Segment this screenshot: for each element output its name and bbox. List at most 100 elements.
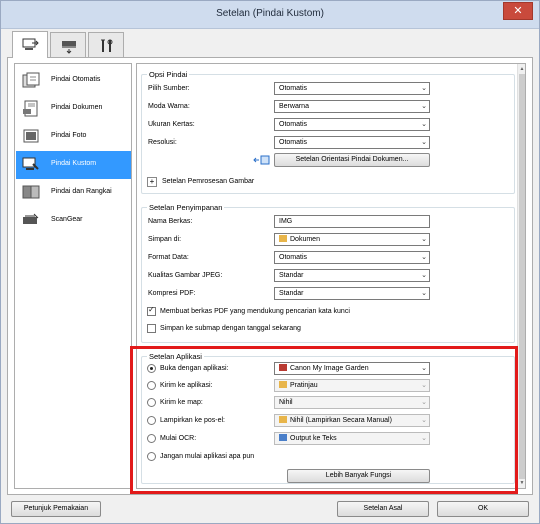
save-in-select[interactable]: Dokumen ⌄ bbox=[274, 233, 430, 246]
sidebar-item-label: Pindai Foto bbox=[51, 132, 87, 139]
chevron-down-icon: ⌄ bbox=[421, 290, 427, 297]
chevron-down-icon: ⌄ bbox=[421, 85, 427, 92]
photo-scan-icon bbox=[22, 128, 40, 145]
send-to-app-value: Pratinjau bbox=[290, 382, 318, 389]
send-to-folder-label: Kirim ke map: bbox=[160, 399, 203, 406]
chevron-down-icon: ⌄ bbox=[421, 121, 427, 128]
send-to-app-select[interactable]: Pratinjau ⌄ bbox=[274, 379, 430, 392]
pdf-compression-value: Standar bbox=[279, 290, 304, 297]
sidebar-item-scangear[interactable]: ScanGear bbox=[16, 207, 131, 235]
orientation-icon bbox=[253, 154, 271, 168]
chevron-down-icon: ⌄ bbox=[421, 236, 427, 243]
jpeg-quality-label: Kualitas Gambar JPEG: bbox=[148, 272, 223, 279]
no-app-radio[interactable] bbox=[147, 452, 156, 461]
save-settings-title: Setelan Penyimpanan bbox=[147, 203, 225, 212]
open-with-select[interactable]: Canon My Image Garden ⌄ bbox=[274, 362, 430, 375]
start-ocr-value: Output ke Teks bbox=[290, 435, 337, 442]
send-to-folder-select[interactable]: Nihil ⌄ bbox=[274, 396, 430, 409]
start-ocr-radio[interactable] bbox=[147, 434, 156, 443]
tab-general-settings[interactable] bbox=[88, 32, 124, 57]
scanner-panel-icon bbox=[62, 41, 76, 54]
resolution-label: Resolusi: bbox=[148, 139, 177, 146]
open-with-label: Buka dengan aplikasi: bbox=[160, 365, 229, 372]
paper-size-label: Ukuran Kertas: bbox=[148, 121, 195, 128]
searchable-pdf-checkbox[interactable] bbox=[147, 305, 156, 316]
preview-icon bbox=[279, 381, 287, 388]
scroll-up-icon[interactable]: ▲ bbox=[519, 66, 525, 72]
scrollbar-thumb[interactable] bbox=[519, 74, 525, 479]
attach-email-value: Nihil (Lampirkan Secara Manual) bbox=[290, 417, 392, 424]
sidebar-item-stitch-scan[interactable]: Pindai dan Rangkai bbox=[16, 179, 131, 207]
help-button[interactable]: Petunjuk Pemakaian bbox=[11, 501, 101, 517]
sidebar-item-custom-scan[interactable]: Pindai Kustom bbox=[16, 151, 131, 179]
more-functions-button[interactable]: Lebih Banyak Fungsi bbox=[287, 469, 430, 483]
color-mode-value: Berwarna bbox=[279, 103, 309, 110]
scangear-icon bbox=[22, 212, 40, 229]
sidebar-item-label: Pindai Otomatis bbox=[51, 76, 101, 83]
paper-size-value: Otomatis bbox=[279, 121, 308, 128]
tools-icon bbox=[101, 39, 113, 52]
settings-window: Setelan (Pindai Kustom) ✕ Pindai Otomati… bbox=[0, 0, 540, 524]
attach-email-radio[interactable] bbox=[147, 416, 156, 425]
computer-scan-icon bbox=[22, 38, 39, 50]
attach-email-label: Lampirkan ke pos-el: bbox=[160, 417, 225, 424]
sidebar-item-label: ScanGear bbox=[51, 216, 83, 223]
tab-scan-from-panel[interactable] bbox=[50, 32, 86, 57]
sidebar-item-label: Pindai dan Rangkai bbox=[51, 188, 112, 195]
color-mode-label: Moda Warna: bbox=[148, 103, 190, 110]
attach-email-select[interactable]: Nihil (Lampirkan Secara Manual) ⌄ bbox=[274, 414, 430, 427]
custom-scan-icon bbox=[22, 156, 40, 173]
image-processing-label[interactable]: Setelan Pemrosesan Gambar bbox=[162, 178, 254, 185]
folder-icon bbox=[279, 235, 287, 242]
resolution-select[interactable]: Otomatis ⌄ bbox=[274, 136, 430, 149]
source-value: Otomatis bbox=[279, 85, 308, 92]
source-select[interactable]: Otomatis ⌄ bbox=[274, 82, 430, 95]
stitch-scan-icon bbox=[22, 184, 40, 201]
subfolder-checkbox[interactable] bbox=[147, 324, 156, 333]
vertical-scrollbar[interactable]: ▲ ▼ bbox=[517, 64, 525, 488]
color-mode-select[interactable]: Berwarna ⌄ bbox=[274, 100, 430, 113]
orientation-settings-button[interactable]: Setelan Orientasi Pindai Dokumen... bbox=[274, 153, 430, 167]
pdf-compression-label: Kompresi PDF: bbox=[148, 290, 196, 297]
settings-content: ▲ ▼ Opsi Pindai Pilih Sumber: Otomatis ⌄… bbox=[136, 63, 526, 489]
mail-icon bbox=[279, 416, 287, 423]
send-to-app-label: Kirim ke aplikasi: bbox=[160, 382, 213, 389]
sidebar-item-label: Pindai Kustom bbox=[51, 160, 97, 167]
window-title: Setelan (Pindai Kustom) bbox=[216, 8, 324, 19]
jpeg-quality-select[interactable]: Standar ⌄ bbox=[274, 269, 430, 282]
searchable-pdf-label: Membuat berkas PDF yang mendukung pencar… bbox=[160, 308, 350, 315]
paper-size-select[interactable]: Otomatis ⌄ bbox=[274, 118, 430, 131]
save-in-label: Simpan di: bbox=[148, 236, 182, 243]
expand-plus-icon[interactable]: + bbox=[147, 177, 157, 187]
chevron-down-icon: ⌄ bbox=[421, 139, 427, 146]
title-bar: Setelan (Pindai Kustom) ✕ bbox=[1, 1, 539, 29]
sidebar-item-document-scan[interactable]: Pindai Dokumen bbox=[16, 95, 131, 123]
open-with-radio[interactable] bbox=[147, 364, 156, 373]
close-button[interactable]: ✕ bbox=[503, 2, 533, 20]
ok-button[interactable]: OK bbox=[437, 501, 529, 517]
auto-scan-icon bbox=[22, 72, 40, 89]
send-to-app-radio[interactable] bbox=[147, 381, 156, 390]
source-label: Pilih Sumber: bbox=[148, 85, 190, 92]
sidebar-item-photo-scan[interactable]: Pindai Foto bbox=[16, 123, 131, 151]
app-icon bbox=[279, 364, 287, 371]
data-format-value: Otomatis bbox=[279, 254, 308, 261]
tab-scan-from-computer[interactable] bbox=[12, 31, 48, 58]
start-ocr-select[interactable]: Output ke Teks ⌄ bbox=[274, 432, 430, 445]
jpeg-quality-value: Standar bbox=[279, 272, 304, 279]
scan-type-sidebar: Pindai Otomatis Pindai Dokumen Pindai Fo… bbox=[14, 63, 132, 489]
pdf-compression-select[interactable]: Standar ⌄ bbox=[274, 287, 430, 300]
sidebar-item-auto-scan[interactable]: Pindai Otomatis bbox=[16, 67, 131, 95]
data-format-select[interactable]: Otomatis ⌄ bbox=[274, 251, 430, 264]
resolution-value: Otomatis bbox=[279, 139, 308, 146]
send-to-folder-radio[interactable] bbox=[147, 398, 156, 407]
document-scan-icon bbox=[22, 100, 40, 117]
chevron-down-icon: ⌄ bbox=[421, 435, 427, 442]
chevron-down-icon: ⌄ bbox=[421, 103, 427, 110]
defaults-button[interactable]: Setelan Asal bbox=[337, 501, 429, 517]
save-in-value: Dokumen bbox=[290, 236, 320, 243]
scan-options-title: Opsi Pindai bbox=[147, 70, 190, 79]
filename-input[interactable]: IMG bbox=[274, 215, 430, 228]
text-output-icon bbox=[279, 434, 287, 441]
scroll-down-icon[interactable]: ▼ bbox=[519, 480, 525, 486]
